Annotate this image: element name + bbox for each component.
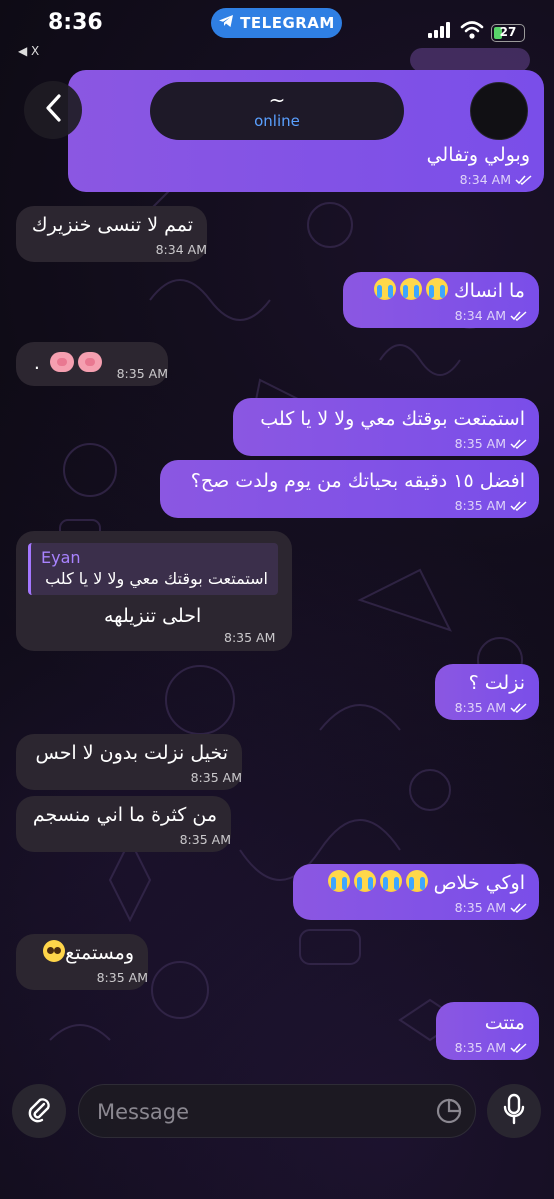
double-check-icon (510, 1042, 527, 1053)
sticker-icon[interactable] (435, 1097, 463, 1129)
message-text: ما انساك (370, 278, 525, 304)
message-text: متتت (484, 1012, 525, 1034)
message-input[interactable] (95, 1095, 419, 1129)
message-text: تخيل نزلت بدون لا احس (35, 742, 228, 764)
back-button[interactable] (24, 81, 82, 139)
message-time: 8:34 AM (155, 242, 207, 257)
pig-nose-icon (78, 352, 102, 372)
double-check-icon (510, 902, 527, 913)
message-text-content: اوكي خلاص (433, 872, 525, 894)
message-bubble-incoming[interactable]: ومستمتع 8:35 AM (16, 934, 148, 990)
crying-face-icon (425, 278, 448, 300)
message-bubble-outgoing[interactable]: متتت 8:35 AM (436, 1002, 539, 1060)
message-bubble-incoming[interactable]: تمم لا تنسى خنزيرك 8:34 AM (16, 206, 207, 262)
message-time: 8:34 AM (454, 308, 506, 323)
chat-header-title[interactable]: ~ online (150, 82, 404, 140)
message-time: 8:35 AM (454, 900, 506, 915)
back-to-app-link[interactable]: ◀ X (18, 44, 39, 58)
double-check-icon (510, 702, 527, 713)
message-text: احلى تنزيلهه (104, 605, 202, 627)
message-text: افضل ١٥ دقيقه بحياتك من يوم ولدت صح؟ (190, 470, 525, 492)
pleading-face-icon (43, 940, 66, 962)
message-meta: 8:35 AM (455, 700, 527, 715)
message-meta: 8:35 AM (117, 366, 168, 381)
reply-quote[interactable]: Eyan استمتعت بوقتك معي ولا لا يا كلب (28, 543, 278, 595)
message-meta: 8:34 AM (460, 172, 532, 187)
pig-nose-icon (50, 352, 74, 372)
message-bubble-incoming[interactable]: . 8:35 AM (16, 342, 168, 386)
message-time: 8:35 AM (116, 366, 168, 381)
double-check-icon (510, 500, 527, 511)
message-text: نزلت ؟ (468, 672, 525, 694)
message-time: 8:35 AM (454, 436, 506, 451)
message-text: من كثرة ما اني منسجم (32, 804, 217, 826)
battery-level: 27 (499, 25, 517, 39)
double-check-icon (510, 438, 527, 449)
message-bubble-outgoing[interactable]: افضل ١٥ دقيقه بحياتك من يوم ولدت صح؟ 8:3… (160, 460, 539, 518)
message-time: 8:35 AM (190, 770, 242, 785)
message-bubble-outgoing[interactable]: استمتعت بوقتك معي ولا لا يا كلب 8:35 AM (233, 398, 539, 456)
message-time: 8:34 AM (459, 172, 511, 187)
message-bubble-incoming[interactable]: من كثرة ما اني منسجم 8:35 AM (16, 796, 231, 852)
clock: 8:36 (48, 10, 103, 35)
message-meta: 8:34 AM (156, 242, 207, 257)
message-meta: 8:35 AM (191, 770, 242, 785)
message-text: . (34, 350, 102, 376)
crying-face-icon (399, 278, 422, 300)
microphone-icon (502, 1093, 526, 1129)
message-time: 8:35 AM (179, 832, 231, 847)
message-meta: 8:35 AM (455, 498, 527, 513)
attach-button[interactable] (12, 1084, 66, 1138)
message-bubble-outgoing[interactable]: ما انساك 8:34 AM (343, 272, 539, 328)
message-text-content: ومستمتع (65, 942, 134, 964)
wifi-icon (460, 20, 484, 44)
crying-face-icon (327, 870, 350, 892)
message-time: 8:35 AM (224, 630, 276, 645)
telegram-pill-label: TELEGRAM (240, 14, 335, 32)
message-meta: 8:34 AM (455, 308, 527, 323)
crying-face-icon (405, 870, 428, 892)
crying-face-icon (379, 870, 402, 892)
message-time: 8:35 AM (454, 1040, 506, 1055)
microphone-button[interactable] (487, 1084, 541, 1138)
reply-author: Eyan (41, 548, 81, 567)
message-text: اوكي خلاص (324, 870, 525, 896)
message-bubble-outgoing[interactable]: نزلت ؟ 8:35 AM (435, 664, 539, 720)
battery-icon: 27 (491, 24, 525, 42)
message-bubble-outgoing[interactable]: اوكي خلاص 8:35 AM (293, 864, 539, 920)
message-text: ومستمتع (41, 940, 134, 966)
message-text: تمم لا تنسى خنزيرك (31, 214, 193, 236)
crying-face-icon (373, 278, 396, 300)
message-meta: 8:35 AM (97, 970, 148, 985)
paperclip-icon (25, 1095, 53, 1127)
double-check-icon (515, 174, 532, 185)
back-chevron-icon (44, 93, 62, 127)
signal-icon (428, 22, 452, 42)
contact-name: ~ (268, 88, 286, 112)
telegram-plane-icon (218, 13, 234, 33)
message-meta: 8:35 AM (455, 436, 527, 451)
telegram-app-pill[interactable]: TELEGRAM (211, 8, 342, 38)
message-meta: 8:35 AM (455, 900, 527, 915)
message-meta: 8:35 AM (455, 1040, 527, 1055)
message-time: 8:35 AM (454, 498, 506, 513)
message-bubble-incoming[interactable]: تخيل نزلت بدون لا احس 8:35 AM (16, 734, 242, 790)
contact-status: online (254, 112, 300, 130)
message-text-content: . (33, 352, 40, 374)
message-text: استمتعت بوقتك معي ولا لا يا كلب (260, 408, 525, 430)
message-text: وبولي وتفالي (426, 144, 530, 166)
message-input-container[interactable] (78, 1084, 476, 1138)
message-text-content: ما انساك (454, 280, 525, 302)
reply-text: استمتعت بوقتك معي ولا لا يا كلب (45, 569, 268, 588)
partial-bubble-edge (410, 48, 530, 72)
double-check-icon (510, 310, 527, 321)
crying-face-icon (353, 870, 376, 892)
message-time: 8:35 AM (454, 700, 506, 715)
avatar[interactable] (470, 82, 528, 140)
message-time: 8:35 AM (96, 970, 148, 985)
message-meta: 8:35 AM (180, 832, 231, 847)
